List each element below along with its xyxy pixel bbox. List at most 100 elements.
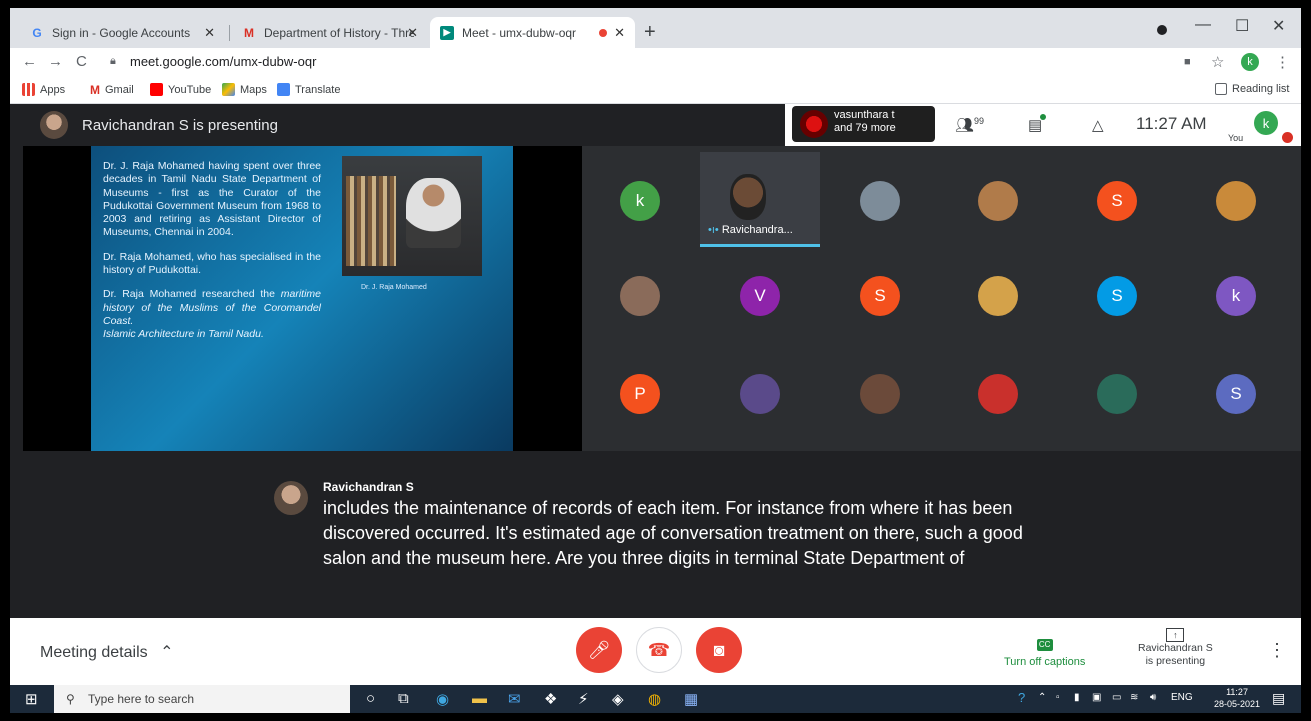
- maximize-button[interactable]: ☐: [1235, 16, 1249, 36]
- present-now-button[interactable]: ↑ Ravichandran S is presenting: [1138, 628, 1213, 668]
- participant-avatar[interactable]: [1097, 374, 1137, 414]
- recording-icon: [599, 28, 607, 37]
- bookmark-star-icon[interactable]: ☆: [1211, 53, 1224, 71]
- participant-avatar[interactable]: k: [620, 181, 660, 221]
- captions-icon: CC: [1036, 639, 1053, 651]
- meeting-details-button[interactable]: Meeting details ⌃: [40, 642, 173, 662]
- caption-speaker: Ravichandran S: [323, 480, 414, 494]
- more-options-icon[interactable]: ⋮: [1268, 640, 1286, 661]
- leave-call-button[interactable]: ☎: [636, 627, 682, 673]
- presenter-tile[interactable]: •ı• Ravichandra...: [700, 152, 820, 247]
- tab-separator: [229, 25, 230, 41]
- slide-photo: [342, 156, 482, 276]
- tray-app-icon[interactable]: ▫: [1056, 692, 1060, 703]
- close-window-button[interactable]: ✕: [1272, 16, 1285, 36]
- tab-label: Meet - umx-dubw-oqr: [462, 25, 577, 40]
- taskbar-clock[interactable]: 11:27 28-05-2021: [1214, 686, 1260, 710]
- tab-label: Sign in - Google Accounts: [52, 25, 191, 40]
- help-icon[interactable]: ?: [1018, 690, 1025, 705]
- participant-avatar[interactable]: S: [1097, 276, 1137, 316]
- tab-meet[interactable]: ▶ Meet - umx-dubw-oqr ✕: [430, 17, 635, 48]
- speaking-icon: •ı•: [708, 224, 719, 236]
- app-icon[interactable]: ◈: [612, 690, 624, 708]
- camera-toggle-button[interactable]: ◙: [696, 627, 742, 673]
- participant-avatar[interactable]: [978, 374, 1018, 414]
- task-view-icon[interactable]: ⧉: [398, 690, 409, 707]
- close-icon[interactable]: ✕: [614, 25, 625, 41]
- taskbar-date: 28-05-2021: [1214, 699, 1261, 709]
- participant-avatar[interactable]: [1216, 181, 1256, 221]
- profile-avatar[interactable]: k: [1241, 53, 1259, 71]
- chrome-icon[interactable]: ◍: [648, 690, 661, 708]
- taskbar-search[interactable]: ⚲ Type here to search: [54, 685, 350, 713]
- minimize-button[interactable]: —: [1195, 16, 1211, 34]
- forward-button[interactable]: →: [48, 53, 63, 70]
- activities-icon[interactable]: △: [1092, 116, 1104, 134]
- participant-avatar[interactable]: P: [620, 374, 660, 414]
- mic-off-icon: 🎤︎: [587, 639, 611, 660]
- wifi-icon[interactable]: ≋: [1130, 692, 1138, 703]
- participant-avatar[interactable]: [740, 374, 780, 414]
- new-tab-button[interactable]: +: [644, 21, 656, 44]
- bookmark-youtube[interactable]: YouTube: [150, 83, 211, 96]
- caption-text: includes the maintenance of records of e…: [323, 498, 1023, 568]
- participant-avatar[interactable]: V: [740, 276, 780, 316]
- windows-start-icon[interactable]: ⊞: [25, 690, 38, 708]
- tab-google-accounts[interactable]: G Sign in - Google Accounts ✕: [20, 17, 225, 48]
- lightning-icon[interactable]: ⚡︎: [578, 690, 589, 708]
- people-icon[interactable]: 👥︎99: [955, 116, 984, 134]
- tab-department-history[interactable]: M Department of History - Three d ✕: [232, 17, 428, 48]
- participant-avatar[interactable]: S: [1216, 374, 1256, 414]
- people-badge: 99: [974, 116, 985, 126]
- bookmark-translate[interactable]: Translate: [277, 83, 340, 96]
- tray-app-icon[interactable]: ▣: [1092, 692, 1101, 703]
- participant-avatar[interactable]: [620, 276, 660, 316]
- bookmark-gmail[interactable]: M Gmail: [90, 83, 134, 97]
- captions-toggle-button[interactable]: CC Turn off captions: [1004, 634, 1085, 668]
- camera-off-icon: ◙: [713, 639, 725, 660]
- back-button[interactable]: ←: [22, 53, 37, 70]
- windows-taskbar: ⊞ ⚲ Type here to search ○ ⧉ ◉ ▬ ✉ ❖ ⚡︎ ◈…: [10, 685, 1301, 713]
- camera-icon[interactable]: ■: [1184, 56, 1191, 68]
- mic-toggle-button[interactable]: 🎤︎: [576, 627, 622, 673]
- portrait-image: [406, 178, 461, 248]
- bookmark-apps[interactable]: Apps: [22, 83, 65, 96]
- volume-icon[interactable]: 🔊︎: [1150, 692, 1156, 703]
- url-field[interactable]: meet.google.com/umx-dubw-oqr: [130, 54, 316, 69]
- tab-search-icon[interactable]: [1157, 25, 1167, 35]
- avatar: [40, 111, 68, 139]
- language-indicator[interactable]: ENG: [1171, 692, 1193, 703]
- avatar: [800, 110, 828, 138]
- dropbox-icon[interactable]: ❖: [544, 690, 557, 708]
- edge-icon[interactable]: ◉: [436, 690, 449, 708]
- participant-avatar[interactable]: [978, 276, 1018, 316]
- slide-paragraph: Dr. Raja Mohamed researched the maritime…: [103, 288, 321, 341]
- mail-icon[interactable]: ✉: [508, 690, 521, 708]
- reading-list[interactable]: Reading list: [1215, 83, 1289, 95]
- participant-avatar[interactable]: S: [1097, 181, 1137, 221]
- file-explorer-icon[interactable]: ▬: [472, 690, 487, 707]
- bookmark-maps[interactable]: Maps: [222, 83, 267, 96]
- participant-avatar[interactable]: k: [1216, 276, 1256, 316]
- participant-avatar[interactable]: [860, 374, 900, 414]
- muted-indicator-icon: [1282, 132, 1293, 143]
- calendar-icon[interactable]: ▦: [684, 690, 698, 708]
- bookmark-label: YouTube: [168, 83, 212, 96]
- participant-avatar[interactable]: [860, 181, 900, 221]
- close-icon[interactable]: ✕: [407, 25, 418, 41]
- cortana-icon[interactable]: ○: [366, 690, 375, 707]
- chevron-up-icon[interactable]: ⌃: [1038, 692, 1046, 703]
- close-icon[interactable]: ✕: [204, 25, 215, 41]
- reload-button[interactable]: C: [76, 53, 87, 70]
- battery-icon[interactable]: ▭: [1112, 692, 1121, 703]
- viewer-info-text: vasunthara t and 79 more: [834, 109, 896, 135]
- maps-icon: [222, 83, 235, 96]
- google-icon: G: [32, 25, 42, 40]
- presentation-stage: Dr. J. Raja Mohamed having spent over th…: [23, 146, 582, 451]
- notifications-icon[interactable]: ▤: [1272, 690, 1285, 707]
- participant-avatar[interactable]: [978, 181, 1018, 221]
- participant-avatar[interactable]: S: [860, 276, 900, 316]
- menu-icon[interactable]: ⋮: [1275, 53, 1290, 71]
- presenting-line1: Ravichandran S: [1138, 642, 1213, 654]
- usb-icon[interactable]: ▮: [1074, 692, 1080, 703]
